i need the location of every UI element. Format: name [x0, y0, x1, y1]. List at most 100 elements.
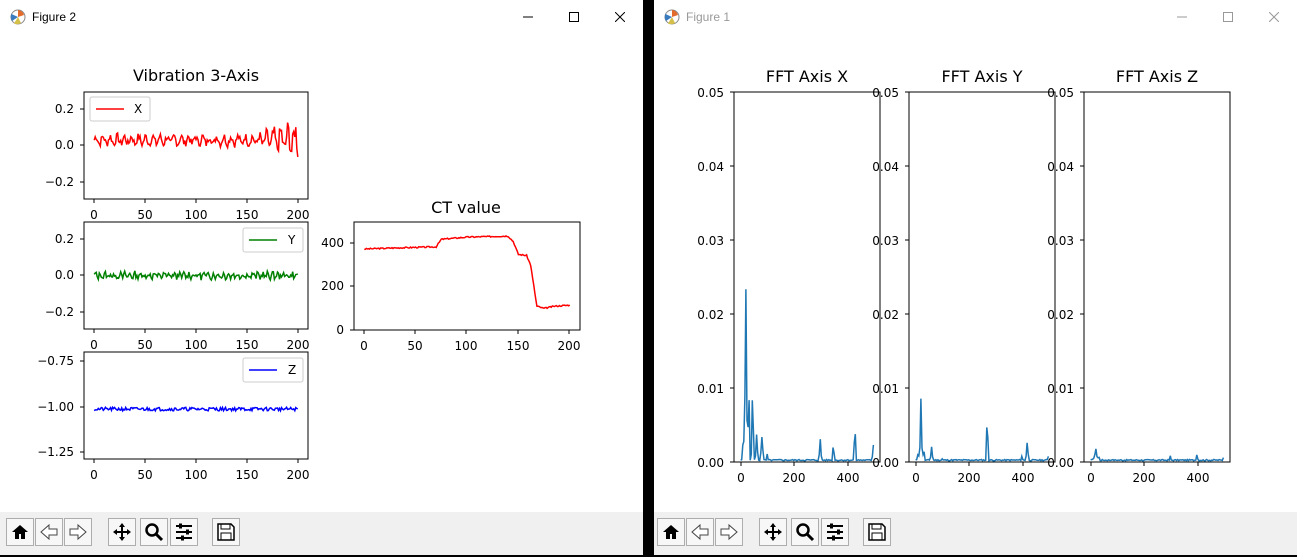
forward-arrow-icon — [69, 523, 87, 541]
x-tick-label: 100 — [185, 468, 208, 482]
pan-button[interactable] — [108, 518, 136, 546]
y-tick-label: 0.0 — [55, 138, 74, 152]
save-icon — [868, 523, 886, 541]
y-tick-label: −0.2 — [45, 305, 74, 319]
home-button[interactable] — [6, 518, 34, 546]
y-tick-label: 0.04 — [1047, 160, 1074, 174]
y-tick-label: 0.04 — [697, 160, 724, 174]
back-arrow-icon — [40, 523, 58, 541]
x-tick-label: 150 — [507, 339, 530, 353]
y-tick-label: 400 — [321, 236, 344, 250]
navigation-toolbar — [0, 512, 643, 555]
home-button[interactable] — [657, 518, 685, 546]
minimize-icon — [1177, 16, 1187, 18]
close-button[interactable] — [1251, 0, 1297, 34]
y-tick-label: 0.03 — [872, 234, 899, 248]
sliders-icon — [176, 523, 192, 541]
move-icon — [113, 523, 131, 541]
x-tick-label: 200 — [287, 468, 310, 482]
close-icon — [615, 12, 625, 22]
title-bar[interactable]: Figure 1 — [654, 0, 1297, 34]
y-ticks: 0.05 0.04 0.03 0.02 0.01 0.00 — [1047, 86, 1084, 470]
y-tick-label: 0.02 — [872, 308, 899, 322]
window-title: Figure 1 — [686, 10, 731, 24]
save-button[interactable] — [212, 518, 240, 546]
y-tick-label: 0.02 — [697, 308, 724, 322]
x-ticks: 0 50 100 150 200 — [90, 459, 309, 482]
y-tick-label: 0.01 — [697, 382, 724, 396]
y-tick-label: 0.03 — [1047, 234, 1074, 248]
figure-canvas[interactable]: FFT Axis X 0.05 0.04 0.03 0.02 0.01 0.00… — [654, 34, 1297, 512]
y-tick: −0.75 −1.00 −1.25 — [37, 354, 84, 459]
y-tick-label: 0.2 — [55, 232, 74, 246]
chart-title: FFT Axis Y — [941, 67, 1022, 86]
x-ticks: 0 50 100 150 200 — [360, 330, 580, 353]
back-arrow-icon — [691, 523, 709, 541]
navigation-toolbar — [654, 512, 1297, 555]
configure-subplots-button[interactable] — [170, 518, 198, 546]
y-tick-label: −0.2 — [45, 175, 74, 189]
y-tick-label: 0.2 — [55, 102, 74, 116]
home-icon — [663, 525, 679, 539]
fft-x-line — [740, 289, 875, 462]
axes-frame — [353, 221, 581, 331]
x-tick-label: 200 — [958, 471, 981, 485]
y-tick-label: 0.00 — [1047, 456, 1074, 470]
zoom-button[interactable] — [140, 518, 168, 546]
pan-button[interactable] — [759, 518, 787, 546]
x-tick-label: 200 — [1133, 471, 1156, 485]
x-tick-label: 400 — [1012, 471, 1035, 485]
y-tick-label: 200 — [321, 279, 344, 293]
y-tick-label: −0.75 — [37, 354, 74, 368]
y-tick-label: 0.05 — [1047, 86, 1074, 100]
x-tick-label: 200 — [783, 471, 806, 485]
x-tick-label: 150 — [236, 468, 259, 482]
x-tick-label: 50 — [137, 468, 152, 482]
y-tick-label: 0 — [336, 323, 344, 337]
x-tick-label: 50 — [137, 208, 152, 222]
x-ticks: 0 200 400 — [912, 462, 1034, 485]
y-tick-label: 0.03 — [697, 234, 724, 248]
axes-frame — [1083, 91, 1231, 463]
y-tick-label: 0.05 — [697, 86, 724, 100]
back-button[interactable] — [686, 518, 714, 546]
ct-value-line — [364, 234, 571, 310]
series-y-line — [93, 268, 299, 283]
x-tick-label: 100 — [185, 208, 208, 222]
legend: Y — [242, 227, 304, 253]
x-tick-label: 50 — [137, 338, 152, 352]
maximize-icon — [569, 12, 579, 22]
x-tick-label: 50 — [407, 339, 422, 353]
x-tick-label: 400 — [837, 471, 860, 485]
configure-subplots-button[interactable] — [821, 518, 849, 546]
minimize-button[interactable] — [505, 0, 551, 34]
y-tick-label: 0.05 — [872, 86, 899, 100]
forward-arrow-icon — [720, 523, 738, 541]
back-button[interactable] — [35, 518, 63, 546]
minimize-button[interactable] — [1159, 0, 1205, 34]
x-tick-label: 200 — [287, 208, 310, 222]
forward-button[interactable] — [715, 518, 743, 546]
chart-title: FFT Axis X — [766, 67, 848, 86]
minimize-icon — [523, 16, 533, 18]
save-button[interactable] — [863, 518, 891, 546]
title-bar[interactable]: Figure 2 — [0, 0, 643, 34]
maximize-button[interactable] — [1205, 0, 1251, 34]
zoom-button[interactable] — [791, 518, 819, 546]
forward-button[interactable] — [64, 518, 92, 546]
y-tick-label: 0.02 — [1047, 308, 1074, 322]
zoom-icon — [145, 523, 164, 542]
legend-label: Z — [288, 363, 296, 377]
y-tick: 0.2 0.0 −0.2 — [45, 232, 84, 319]
legend-label: X — [134, 102, 142, 116]
x-ticks: 0 50 100 150 200 — [90, 199, 309, 222]
x-tick-label: 100 — [455, 339, 478, 353]
x-tick-label: 200 — [287, 338, 310, 352]
maximize-button[interactable] — [551, 0, 597, 34]
y-tick-label: 0.0 — [55, 268, 74, 282]
figure-canvas[interactable]: Vibration 3-Axis 0.2 0.0 −0.2 0 50 100 1… — [0, 34, 643, 512]
axes-frame — [733, 91, 881, 463]
chart-title: CT value — [431, 198, 501, 217]
save-icon — [217, 523, 235, 541]
close-button[interactable] — [597, 0, 643, 34]
